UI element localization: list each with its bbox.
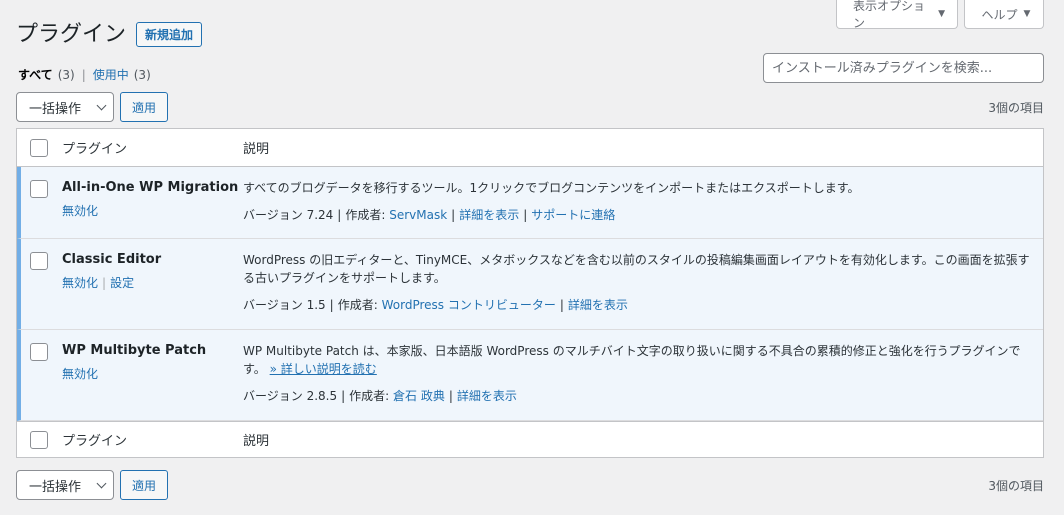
plugin-name: Classic Editor (62, 252, 162, 267)
screen-options-button[interactable]: 表示オプション ▼ (836, 0, 958, 30)
items-count: 3個の項目 (988, 100, 1044, 115)
plugin-meta: バージョン 2.8.5 | 作成者: 倉石 政典 | 詳細を表示 (243, 389, 517, 403)
apply-button-bottom[interactable]: 適用 (120, 470, 168, 500)
plugin-version: バージョン 7.24 (243, 208, 334, 222)
bulk-action-select[interactable]: 一括操作 (16, 92, 114, 122)
chevron-down-icon (96, 478, 107, 488)
chevron-down-icon (96, 100, 107, 110)
bulk-action-label: 一括操作 (29, 479, 82, 495)
row-actions: 無効化 (62, 365, 243, 382)
column-header-description: 説明 (243, 142, 270, 157)
bulk-action-select-bottom[interactable]: 一括操作 (16, 470, 114, 500)
deactivate-link[interactable]: 無効化 (62, 204, 98, 218)
support-link[interactable]: サポートに連絡 (531, 208, 615, 222)
bulk-action-label: 一括操作 (29, 101, 82, 117)
author-link[interactable]: 倉石 政典 (393, 389, 445, 403)
search-box (763, 53, 1044, 83)
view-details-link[interactable]: 詳細を表示 (457, 389, 517, 403)
deactivate-link[interactable]: 無効化 (62, 276, 98, 290)
add-new-button[interactable]: 新規追加 (136, 22, 203, 47)
plugin-version: バージョン 2.8.5 (243, 389, 338, 403)
filter-active-count: (3) (133, 67, 151, 82)
plugin-checkbox[interactable] (30, 180, 48, 198)
caret-down-icon: ▼ (938, 9, 945, 19)
plugin-description: WordPress の旧エディターと、TinyMCE、メタボックスなどを含む以前… (243, 253, 1030, 285)
items-count-bottom: 3個の項目 (988, 478, 1044, 493)
filter-all-link[interactable]: すべて (18, 66, 53, 83)
plugin-version: バージョン 1.5 (243, 298, 326, 312)
author-prefix: 作成者: (349, 389, 390, 403)
tablenav-top: 一括操作 適用 3個の項目 (16, 92, 1044, 122)
table-row: All-in-One WP Migration 無効化 すべてのブログデータを移… (17, 167, 1043, 239)
select-all-checkbox-footer[interactable] (30, 430, 48, 449)
filter-all-count: (3) (57, 67, 75, 82)
plugin-name: All-in-One WP Migration (62, 180, 239, 195)
tablenav-bottom: 一括操作 適用 3個の項目 (16, 470, 1044, 500)
plugin-description: すべてのブログデータを移行するツール。1クリックでブログコンテンツをインポートま… (243, 181, 860, 195)
table-row: WP Multibyte Patch 無効化 WP Multibyte Patc… (17, 330, 1043, 421)
plugin-meta: バージョン 7.24 | 作成者: ServMask | 詳細を表示 | サポートに連絡 (243, 208, 616, 222)
status-filters: すべて (3) | 使用中 (3) (18, 66, 151, 83)
author-link[interactable]: ServMask (389, 208, 447, 222)
view-details-link[interactable]: 詳細を表示 (568, 298, 628, 312)
screen-options-label: 表示オプション (853, 0, 926, 30)
settings-link[interactable]: 設定 (110, 276, 134, 290)
column-footer-description: 説明 (243, 434, 270, 449)
row-actions: 無効化 (62, 202, 243, 219)
column-footer-plugin: プラグイン (62, 434, 128, 449)
heading-row: プラグイン 新規追加 (16, 20, 203, 49)
plugin-checkbox[interactable] (30, 343, 48, 361)
select-all-checkbox[interactable] (30, 138, 48, 157)
filter-active-link[interactable]: 使用中 (93, 66, 129, 83)
table-header: プラグイン 説明 (17, 129, 1043, 167)
help-label: ヘルプ (981, 7, 1018, 22)
row-actions: 無効化 | 設定 (62, 276, 135, 290)
table-footer: プラグイン 説明 (17, 421, 1043, 457)
author-link[interactable]: WordPress コントリビューター (382, 298, 556, 312)
deactivate-link[interactable]: 無効化 (62, 367, 98, 381)
plugin-meta: バージョン 1.5 | 作成者: WordPress コントリビューター | 詳細を表示 (243, 298, 628, 312)
view-details-link[interactable]: 詳細を表示 (459, 208, 519, 222)
caret-down-icon: ▼ (1023, 9, 1031, 19)
table-row: Classic Editor 無効化 | 設定 WordPress の旧エディターと… (17, 239, 1043, 330)
search-input[interactable] (763, 53, 1044, 83)
plugin-description: WP Multibyte Patch は、本家版、日本語版 WordPress … (243, 342, 1031, 378)
column-header-plugin: プラグイン (62, 142, 128, 157)
screen-meta-links: 表示オプション ▼ ヘルプ ▼ (836, 0, 1044, 30)
filter-separator: | (81, 67, 86, 82)
author-prefix: 作成者: (337, 298, 378, 312)
page-title: プラグイン (16, 22, 127, 47)
apply-button[interactable]: 適用 (120, 92, 168, 122)
plugin-name: WP Multibyte Patch (62, 343, 207, 358)
read-more-link[interactable]: » 詳しい説明を読む (270, 362, 377, 376)
plugin-checkbox[interactable] (30, 252, 48, 270)
author-prefix: 作成者: (345, 208, 386, 222)
help-button[interactable]: ヘルプ ▼ (964, 0, 1044, 29)
plugins-table: プラグイン 説明 All-in-One WP Migration 無効化 すべて… (16, 128, 1044, 458)
